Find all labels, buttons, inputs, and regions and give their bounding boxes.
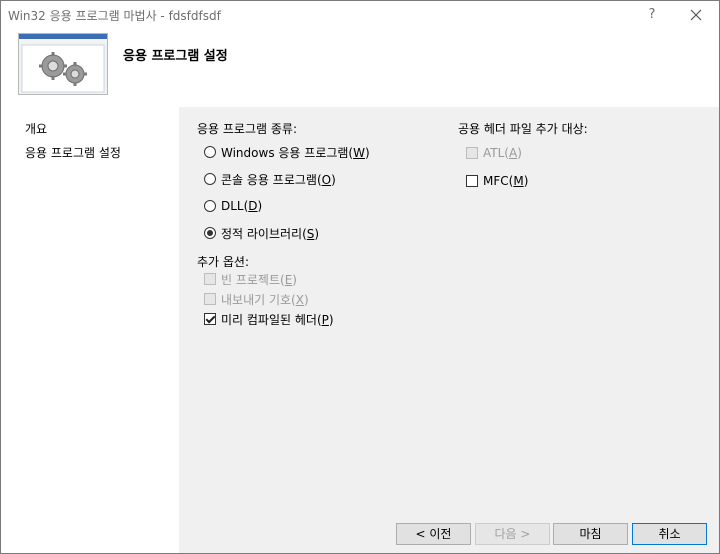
option-label-end: ) — [314, 226, 320, 241]
wizard-gears-image — [18, 33, 108, 95]
wizard-body: 개요 응용 프로그램 설정 응용 프로그램 종류: Windows 응용 프로그… — [1, 107, 719, 553]
radio-windows-app[interactable]: Windows 응용 프로그램(W) — [204, 144, 370, 160]
close-button[interactable] — [685, 4, 707, 26]
checkbox-mfc[interactable]: MFC(M) — [466, 173, 528, 189]
sidebar-item-app-settings[interactable]: 응용 프로그램 설정 — [25, 144, 121, 161]
checkbox-empty-project[interactable]: 빈 프로젝트(E) — [204, 271, 297, 287]
option-label-end: ) — [328, 312, 334, 327]
option-label-end: ) — [303, 292, 309, 307]
finish-button[interactable]: 마침 — [553, 523, 628, 545]
accel-key: W — [353, 145, 365, 160]
checkbox-box — [466, 175, 478, 187]
option-label: MFC( — [483, 174, 514, 188]
radio-dll[interactable]: DLL(D) — [204, 198, 262, 214]
common-headers-label: 공용 헤더 파일 추가 대상: — [458, 122, 588, 136]
option-label-end: ) — [517, 146, 522, 160]
accel-key: O — [321, 172, 332, 187]
next-button[interactable]: 다음 > — [475, 523, 550, 545]
checkbox-box — [204, 293, 216, 305]
settings-panel: 응용 프로그램 종류: Windows 응용 프로그램(W) 콘솔 응용 프로그… — [183, 107, 719, 553]
cancel-button[interactable]: 취소 — [632, 523, 707, 545]
wizard-window: Win32 응용 프로그램 마법사 - fdsfdfsdf ? 응용 프로그램 … — [0, 0, 720, 554]
option-label: DLL( — [221, 199, 249, 213]
radio-circle — [204, 146, 216, 158]
close-icon — [690, 9, 702, 21]
checkbox-checked — [204, 313, 216, 325]
sidebar-item-overview[interactable]: 개요 — [25, 120, 47, 137]
checkbox-atl[interactable]: ATL(A) — [466, 145, 522, 161]
option-label-end: ) — [331, 172, 336, 187]
option-label-end: ) — [523, 174, 529, 188]
option-label-end: ) — [257, 199, 263, 213]
sidebar: 개요 응용 프로그램 설정 — [1, 107, 179, 553]
option-label: 콘솔 응용 프로그램( — [221, 172, 322, 187]
checkbox-box — [204, 273, 216, 285]
radio-console-app[interactable]: 콘솔 응용 프로그램(O) — [204, 171, 336, 187]
radio-circle — [204, 200, 216, 212]
option-label: 미리 컴파일된 헤더( — [221, 312, 322, 327]
option-label: 정적 라이브러리( — [221, 226, 307, 241]
radio-circle-selected — [204, 227, 216, 239]
app-type-label: 응용 프로그램 종류: — [197, 122, 297, 136]
radio-static-library[interactable]: 정적 라이브러리(S) — [204, 225, 319, 241]
wizard-header: 응용 프로그램 설정 — [1, 29, 719, 107]
checkbox-precompiled-header[interactable]: 미리 컴파일된 헤더(P) — [204, 311, 334, 327]
prev-button[interactable]: < 이전 — [396, 523, 471, 545]
accel-key: M — [513, 174, 524, 188]
option-label: 내보내기 기호( — [221, 292, 296, 307]
checkbox-export-symbols[interactable]: 내보내기 기호(X) — [204, 291, 309, 307]
accel-key: D — [248, 199, 258, 213]
help-button[interactable]: ? — [641, 4, 663, 26]
window-title: Win32 응용 프로그램 마법사 - fdsfdfsdf — [8, 9, 221, 23]
header-title: 응용 프로그램 설정 — [123, 49, 228, 64]
accel-key: P — [321, 312, 329, 327]
checkbox-box — [466, 147, 478, 159]
title-bar: Win32 응용 프로그램 마법사 - fdsfdfsdf ? — [1, 1, 719, 29]
option-label: 빈 프로젝트( — [221, 272, 285, 287]
option-label-end: ) — [365, 145, 370, 160]
option-label-end: ) — [292, 272, 297, 287]
extra-options-label: 추가 옵션: — [197, 255, 250, 269]
option-label: ATL( — [483, 146, 509, 160]
radio-circle — [204, 173, 216, 185]
accel-key: X — [295, 292, 304, 307]
accel-key: A — [508, 146, 518, 160]
option-label: Windows 응용 프로그램( — [221, 145, 354, 160]
